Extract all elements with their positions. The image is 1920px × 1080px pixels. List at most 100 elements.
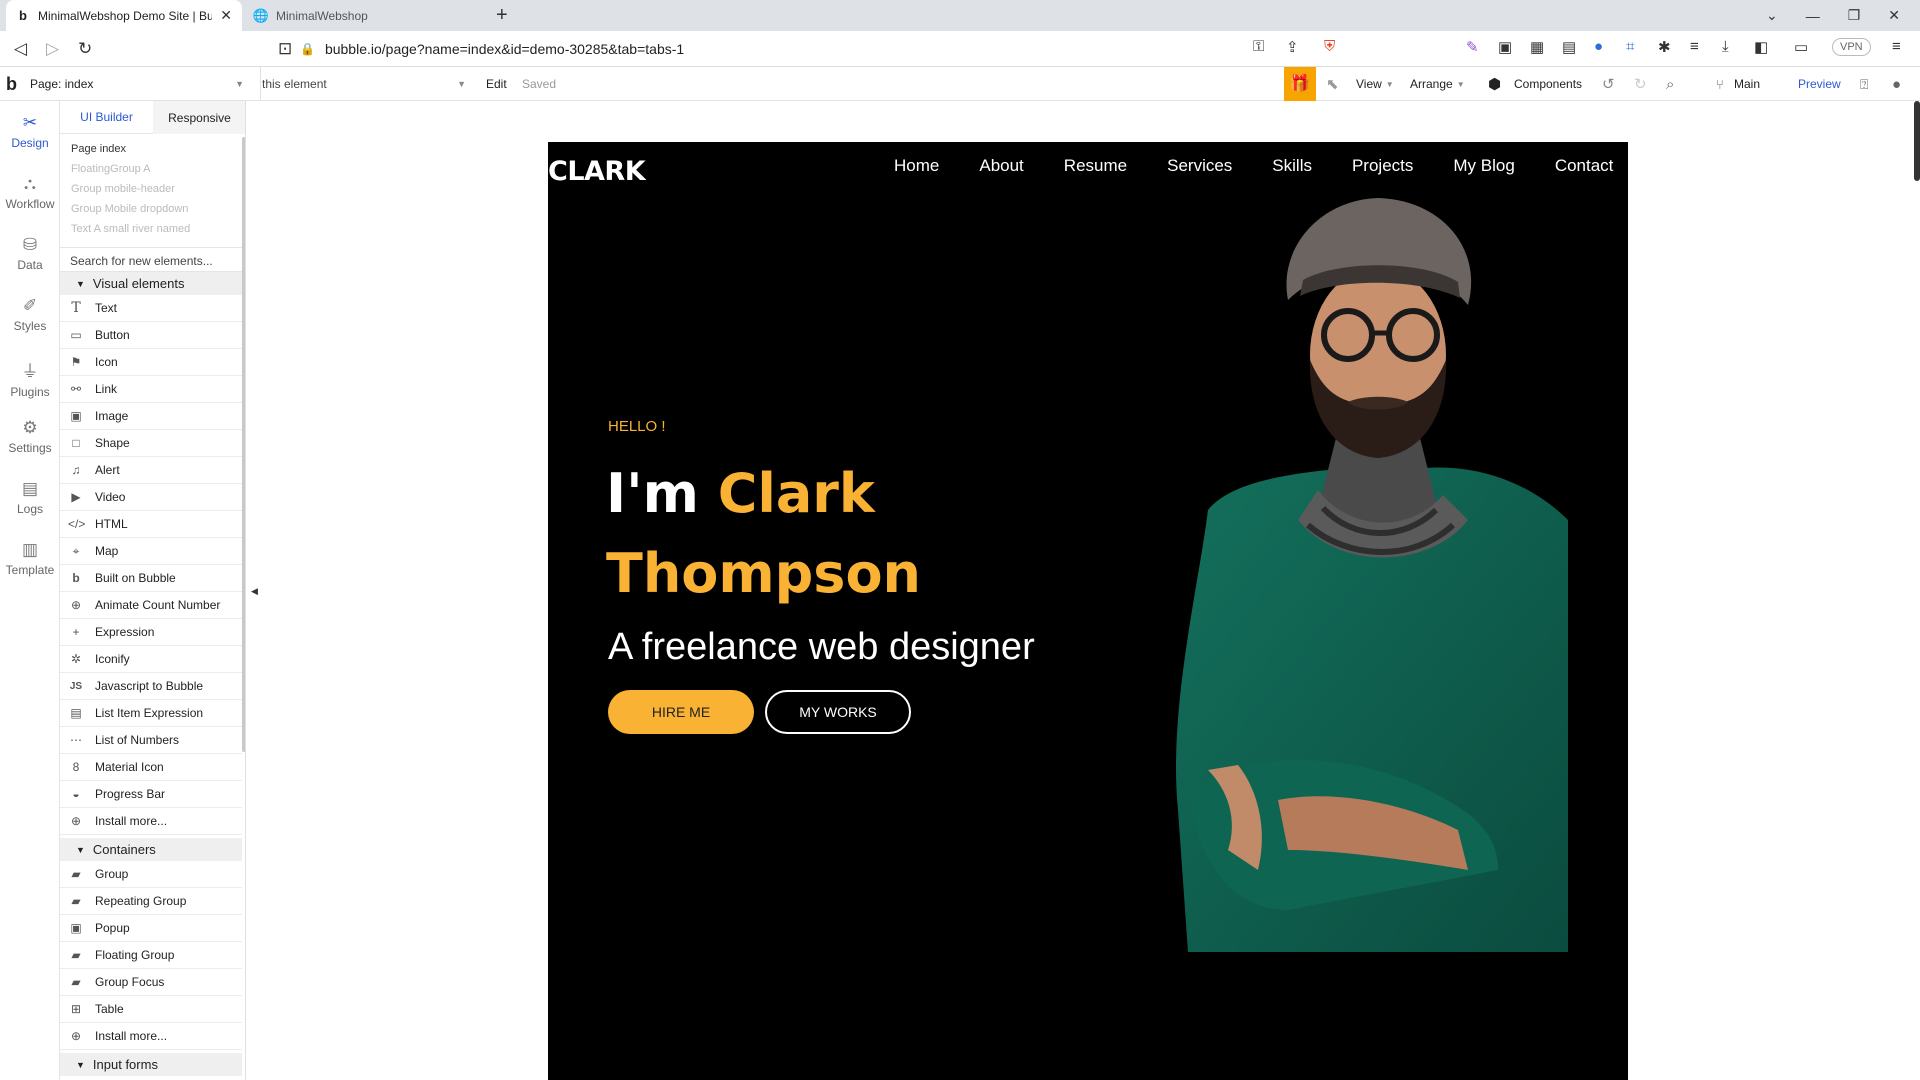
collapse-panel-icon[interactable]: ◀ [251, 586, 258, 597]
palette-item-built-on-bubble[interactable]: b Built on Bubble [60, 565, 242, 592]
sidebar-icon[interactable]: ◧ [1754, 38, 1768, 56]
share-icon[interactable]: ⇪ [1286, 38, 1299, 56]
palette-item-group-focus[interactable]: ▰ Group Focus [60, 969, 242, 996]
nav-services[interactable]: Services [1167, 156, 1232, 176]
restore-icon[interactable]: ❐ [1848, 7, 1861, 24]
palette-item-link[interactable]: ⚯ Link [60, 376, 242, 403]
rail-item-template[interactable]: ▥ Template [0, 540, 60, 577]
tree-item[interactable]: Text A small river named [71, 223, 190, 235]
nav-home[interactable]: Home [894, 156, 939, 176]
components-cube-icon[interactable]: ⬢ [1488, 67, 1501, 101]
arrange-menu[interactable]: Arrange ▼ [1410, 67, 1465, 101]
branch-button[interactable]: Main [1734, 67, 1760, 101]
palette-item-group[interactable]: ▰ Group [60, 861, 242, 888]
view-menu[interactable]: View ▼ [1356, 67, 1394, 101]
palette-item-map[interactable]: ⌖ Map [60, 538, 242, 565]
section-visual-elements[interactable]: ▼ Visual elements [60, 272, 242, 295]
section-input-forms[interactable]: ▼ Input forms [60, 1053, 242, 1076]
page-selector[interactable]: Page: index ▼ [30, 67, 244, 101]
wallet-icon[interactable]: ▭ [1794, 38, 1808, 56]
palette-item-expression[interactable]: + Expression [60, 619, 242, 646]
palette-item-repeating-group[interactable]: ▰ Repeating Group [60, 888, 242, 915]
puzzle-icon[interactable]: ✱ [1658, 38, 1671, 56]
key-icon[interactable]: ⚿ [1253, 38, 1264, 55]
palette-item-list-of-numbers[interactable]: ⋯ List of Numbers [60, 727, 242, 754]
canvas-scrollbar[interactable] [1914, 101, 1920, 181]
preview-button[interactable]: Preview [1798, 67, 1841, 101]
palette-item-alert[interactable]: ♫ Alert [60, 457, 242, 484]
brave-shield-icon[interactable]: ⛨ [1324, 38, 1335, 55]
help-icon[interactable]: ⍰ [1860, 67, 1868, 101]
rail-item-design[interactable]: ✂ Design [0, 113, 60, 150]
rail-item-logs[interactable]: ▤ Logs [0, 479, 60, 516]
site-page-preview[interactable]: CLARK Home About Resume Services Skills … [548, 142, 1628, 1080]
crop-extension-icon[interactable]: ⌗ [1626, 38, 1634, 55]
rail-item-plugins[interactable]: ⏚ Plugins [0, 357, 60, 399]
forward-icon[interactable]: ▷ [46, 39, 59, 59]
palette-item-table[interactable]: ⊞ Table [60, 996, 242, 1023]
tab-responsive[interactable]: Responsive [153, 101, 245, 134]
back-icon[interactable]: ◁ [14, 39, 27, 59]
redo-icon[interactable]: ↻ [1634, 67, 1647, 101]
browser-tab[interactable]: 🌐 MinimalWebshop [244, 0, 480, 31]
palette-item-floating-group[interactable]: ▰ Floating Group [60, 942, 242, 969]
minimize-icon[interactable]: — [1806, 8, 1820, 24]
tree-item[interactable]: Group Mobile dropdown [71, 203, 188, 215]
my-works-button[interactable]: MY WORKS [765, 690, 911, 734]
nav-contact[interactable]: Contact [1555, 156, 1614, 176]
palette-item-install-more[interactable]: ⊕ Install more... [60, 808, 242, 835]
rail-item-styles[interactable]: ✐ Styles [0, 296, 60, 333]
edit-menu[interactable]: Edit [486, 67, 507, 101]
extension-icon[interactable]: ▤ [1562, 38, 1576, 56]
palette-item-icon[interactable]: ⚑ Icon [60, 349, 242, 376]
palette-item-animate-count[interactable]: ⊕ Animate Count Number [60, 592, 242, 619]
palette-item-progress-bar[interactable]: ◒ Progress Bar [60, 781, 242, 808]
bubble-logo-icon[interactable]: b [6, 67, 17, 101]
palette-item-material-icon[interactable]: 8 Material Icon [60, 754, 242, 781]
bookmark-icon[interactable]: ⊡ [278, 39, 292, 59]
download-icon[interactable]: ⤓ [1722, 38, 1729, 55]
vpn-button[interactable]: VPN [1832, 38, 1871, 56]
palette-item-text[interactable]: T Text [60, 295, 242, 322]
palette-item-video[interactable]: ▶ Video [60, 484, 242, 511]
nav-projects[interactable]: Projects [1352, 156, 1413, 176]
browser-tab-active[interactable]: b MinimalWebshop Demo Site | Bu ✕ [6, 0, 242, 31]
tab-search-icon[interactable]: ⌄ [1766, 7, 1778, 24]
palette-item-popup[interactable]: ▣ Popup [60, 915, 242, 942]
palette-item-shape[interactable]: □ Shape [60, 430, 242, 457]
extension-icon[interactable]: ▣ [1498, 38, 1512, 56]
extension-icon[interactable]: ● [1594, 38, 1603, 55]
rail-item-workflow[interactable]: ⛬ Workflow [0, 174, 60, 211]
reload-icon[interactable]: ↻ [78, 39, 92, 59]
rail-item-settings[interactable]: ⚙ Settings [0, 418, 60, 455]
nav-resume[interactable]: Resume [1064, 156, 1127, 176]
close-tab-icon[interactable]: ✕ [220, 7, 232, 24]
palette-item-javascript[interactable]: JS Javascript to Bubble [60, 673, 242, 700]
playlist-icon[interactable]: ≡ [1690, 38, 1699, 55]
search-elements-input[interactable]: Search for new elements... [60, 247, 245, 272]
new-tab-icon[interactable]: + [496, 4, 508, 27]
palette-item-list-item-expression[interactable]: ▤ List Item Expression [60, 700, 242, 727]
account-icon[interactable]: ● [1892, 67, 1901, 101]
tab-ui-builder[interactable]: UI Builder [60, 101, 153, 134]
palette-item-button[interactable]: ▭ Button [60, 322, 242, 349]
search-icon[interactable]: ⌕ [1666, 67, 1674, 101]
rail-item-data[interactable]: ⛁ Data [0, 235, 60, 272]
palette-item-image[interactable]: ▣ Image [60, 403, 242, 430]
palette-item-iconify[interactable]: ✲ Iconify [60, 646, 242, 673]
tree-item[interactable]: FloatingGroup A [71, 163, 151, 175]
tree-item[interactable]: Page index [71, 143, 126, 155]
hire-me-button[interactable]: HIRE ME [608, 690, 754, 734]
cursor-icon[interactable]: ⬉ [1326, 67, 1339, 101]
undo-icon[interactable]: ↺ [1602, 67, 1615, 101]
tree-item[interactable]: Group mobile-header [71, 183, 175, 195]
gift-icon[interactable]: 🎁 [1284, 67, 1316, 101]
components-button[interactable]: Components [1514, 67, 1582, 101]
extension-icon[interactable]: ▦ [1530, 38, 1544, 56]
element-selector[interactable]: this element ▼ [260, 67, 466, 101]
section-containers[interactable]: ▼ Containers [60, 838, 242, 861]
url-field[interactable]: 🔒 bubble.io/page?name=index&id=demo-3028… [300, 35, 1310, 63]
palette-item-html[interactable]: </> HTML [60, 511, 242, 538]
nav-blog[interactable]: My Blog [1453, 156, 1514, 176]
site-logo[interactable]: CLARK [548, 156, 646, 187]
